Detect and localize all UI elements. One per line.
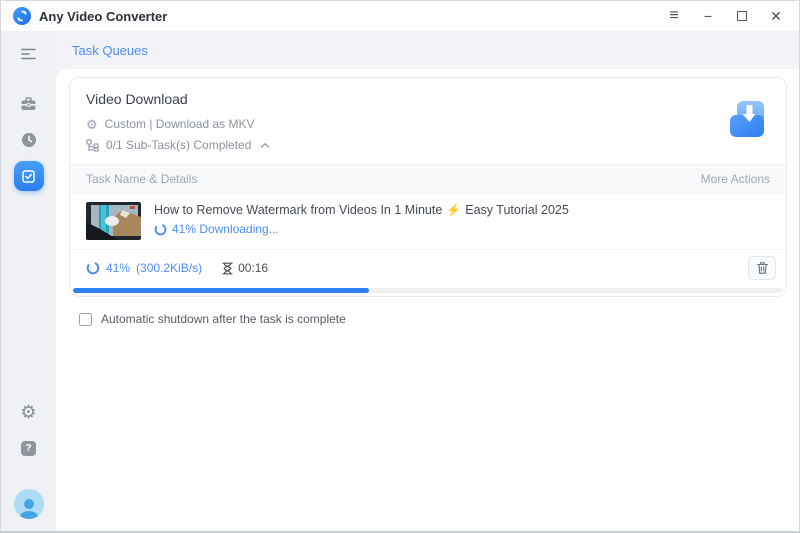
maximize-button[interactable] — [729, 3, 755, 29]
eta-group: 00:16 — [222, 261, 268, 275]
task-row[interactable]: How to Remove Watermark from Videos In 1… — [70, 194, 786, 249]
task-status: 41% Downloading... — [154, 222, 569, 236]
profile-gear-icon: ⚙ — [86, 116, 98, 132]
progress-row: 41% (300.2KiB/s) 00:16 — [70, 249, 786, 286]
progress-info: 41% (300.2KiB/s) 00:16 — [86, 261, 268, 275]
card-header: Video Download ⚙ Custom | Download as MK… — [70, 78, 786, 164]
task-title-main: How to Remove Watermark from Videos In 1… — [154, 203, 443, 217]
lightning-icon: ⚡ — [446, 203, 462, 217]
settings-gear-icon[interactable]: ⚙ — [14, 397, 44, 427]
close-button[interactable]: ✕ — [763, 3, 789, 29]
hourglass-icon — [222, 262, 233, 274]
download-speed: (300.2KiB/s) — [136, 261, 203, 275]
menu-icon[interactable]: ≡ — [661, 3, 687, 29]
spinner-icon — [86, 261, 100, 275]
maximize-icon — [737, 11, 747, 21]
app-title: Any Video Converter — [39, 8, 168, 24]
profile-text: Custom | Download as MKV — [104, 117, 255, 131]
shutdown-checkbox[interactable] — [79, 312, 92, 326]
progress-percent: 41% — [106, 261, 131, 275]
titlebar: Any Video Converter ≡ − ✕ — [1, 1, 799, 31]
gear-glyph: ⚙ — [20, 402, 37, 422]
main-area: Task Queues Video Download ⚙ Custom | Do… — [56, 31, 799, 531]
spinner-icon — [154, 223, 167, 235]
history-clock-icon[interactable] — [14, 125, 44, 155]
trash-icon — [756, 262, 768, 274]
collapse-menu-icon[interactable] — [14, 39, 44, 69]
download-inbox-icon — [726, 98, 768, 140]
minimize-button[interactable]: − — [695, 3, 721, 29]
chevron-up-icon[interactable] — [260, 142, 270, 149]
task-queue-active-icon[interactable] — [13, 161, 44, 191]
delete-task-button[interactable] — [748, 256, 776, 280]
progress-bar — [73, 288, 783, 293]
help-icon[interactable]: ? — [14, 433, 44, 463]
task-title: How to Remove Watermark from Videos In 1… — [154, 203, 569, 217]
user-avatar[interactable] — [13, 489, 44, 519]
content-panel: Video Download ⚙ Custom | Download as MK… — [56, 69, 799, 531]
status-text: 41% Downloading... — [172, 222, 279, 236]
tab-task-queues[interactable]: Task Queues — [64, 39, 156, 62]
subtask-text: 0/1 Sub-Task(s) Completed — [106, 138, 252, 152]
app-window: Any Video Converter ≡ − ✕ ⚙ ? Task Queue… — [0, 0, 800, 533]
progress-fill — [73, 288, 370, 293]
eta-text: 00:16 — [238, 261, 269, 275]
shutdown-option: Automatic shutdown after the task is com… — [79, 312, 787, 326]
sidebar: ⚙ ? — [1, 31, 56, 531]
profile-row: ⚙ Custom | Download as MKV — [86, 117, 770, 131]
table-header: Task Name & Details More Actions — [70, 164, 786, 194]
nav-strip: Task Queues — [56, 31, 799, 69]
download-task-card: Video Download ⚙ Custom | Download as MK… — [69, 77, 787, 297]
col-task-name: Task Name & Details — [86, 172, 198, 186]
shutdown-label: Automatic shutdown after the task is com… — [101, 312, 346, 326]
task-group-title: Video Download — [86, 91, 188, 107]
subtask-row[interactable]: 0/1 Sub-Task(s) Completed — [86, 138, 770, 152]
app-logo-icon — [13, 7, 31, 25]
subtask-tree-icon — [86, 138, 99, 152]
task-title-suffix: Easy Tutorial 2025 — [465, 203, 569, 217]
task-text-block: How to Remove Watermark from Videos In 1… — [154, 202, 569, 236]
help-glyph: ? — [21, 440, 36, 456]
col-more-actions[interactable]: More Actions — [701, 172, 770, 186]
toolbox-icon[interactable] — [14, 89, 44, 119]
video-thumbnail — [86, 202, 141, 240]
